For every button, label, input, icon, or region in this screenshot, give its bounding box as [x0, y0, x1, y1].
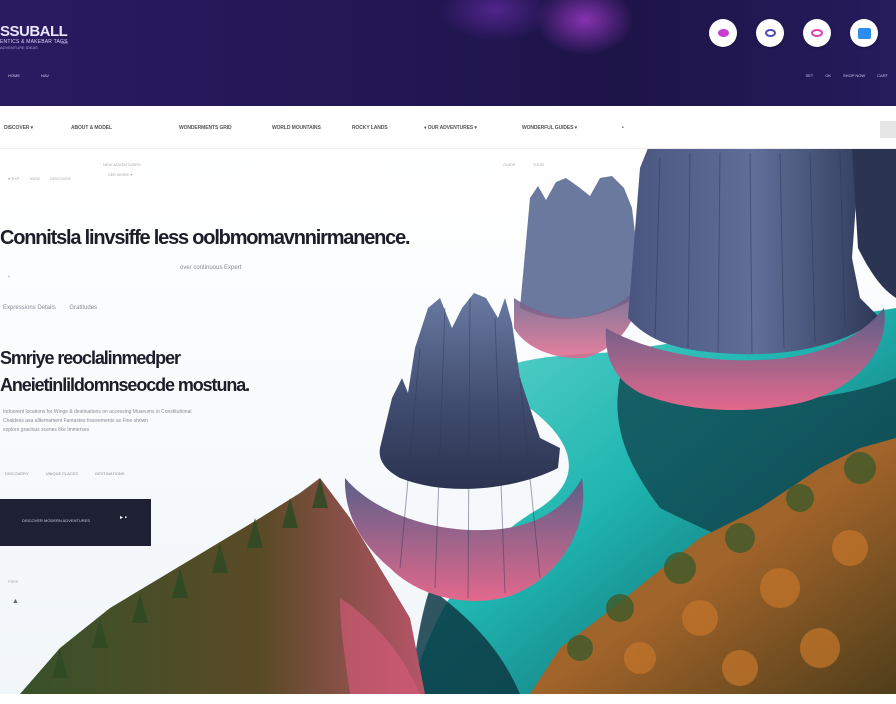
tab-destinations[interactable]: DESTINATIONS	[95, 471, 124, 476]
paragraph-line: Indoorent locations for Winge & destinat…	[3, 409, 192, 415]
top-hero-band: SSUBALL ENTICS & MAKEBAR TAGS ADVENTURE …	[0, 0, 896, 106]
hero-labels: Expressions Details Gratitudes	[3, 305, 109, 311]
nav-item-rocky[interactable]: ROCKY LANDS	[352, 125, 388, 131]
app-icon[interactable]	[850, 19, 878, 47]
paragraph-line: explore gracious scenes like Immerses	[3, 427, 90, 433]
breadcrumb: ● EXP VIEW DISCOVER	[8, 176, 80, 181]
hero-tabs: DISCOVERY UNIQUE PLACES DESTINATIONS	[5, 471, 140, 476]
hero-content: NEW ADVENTURES SEE MORE ▾ ● EXP VIEW DIS…	[0, 148, 560, 694]
crumb-top-secondary[interactable]: SEE MORE ▾	[108, 172, 132, 177]
hero-paragraph: Indoorent locations for Winge & destinat…	[3, 408, 191, 435]
top-right-item[interactable]: OK	[825, 73, 831, 78]
hero-footnote: FREE	[8, 579, 19, 584]
tab-unique-places[interactable]: UNIQUE PLACES	[46, 471, 78, 476]
icon-button-group	[709, 19, 878, 47]
top-nav-item[interactable]: HOME	[8, 73, 20, 78]
breadcrumb-item[interactable]: ● EXP	[8, 176, 20, 181]
nav-item-guides[interactable]: WONDERFUL GUIDES ▾	[522, 125, 577, 131]
hero-mini-links: GUIDE TOUR	[503, 162, 560, 167]
hero-secondary-line: Aneietinlildomnseocde mostuna.	[0, 375, 250, 395]
nav-item-wonderments[interactable]: WONDERMENTS GRID	[179, 125, 232, 131]
cta-label: DISCOVER MODERN ADVENTURES	[22, 518, 91, 523]
paragraph-line: Chaldess asa allternament Fantastes trac…	[3, 418, 149, 424]
hero-mini-link[interactable]: TOUR	[533, 162, 544, 167]
arrow-icon: ▸ ▪	[120, 515, 127, 521]
top-right-item[interactable]: SET	[805, 73, 813, 78]
brand-subtitle: ADVENTURE IDEAS	[0, 45, 38, 50]
hero-bullet: •	[8, 274, 10, 280]
brand-extra: TAG	[60, 40, 68, 45]
nav-cta-button[interactable]	[880, 121, 896, 138]
hero-label[interactable]: Gratitudes	[69, 305, 97, 311]
hero-secondary-line: Smriye reoclalinmedper	[0, 348, 181, 368]
hero-subheading: over continuous Expert	[180, 265, 242, 271]
brand: SSUBALL ENTICS & MAKEBAR TAGS ADVENTURE …	[0, 24, 68, 50]
hero-secondary-headline: Smriye reoclalinmedper Aneietinlildomnse…	[0, 345, 250, 399]
cta-button[interactable]: DISCOVER MODERN ADVENTURES ▸ ▪	[0, 499, 151, 546]
top-right-links: SET OK SHOP NOW CART	[805, 73, 888, 78]
top-right-item[interactable]: SHOP NOW	[843, 73, 865, 78]
nav-item-about[interactable]: ABOUT & MODEL	[71, 125, 112, 131]
hero-label[interactable]: Expressions Details	[3, 305, 56, 311]
nav-item-adventures[interactable]: ♦ OUR ADVENTURES ▾	[424, 125, 477, 131]
nav-item-discover[interactable]: DISCOVER ▾	[4, 125, 33, 131]
hero-mini-link[interactable]: GUIDE	[503, 162, 516, 167]
breadcrumb-item[interactable]: VIEW	[30, 176, 40, 181]
crumb-top[interactable]: NEW ADVENTURES	[103, 162, 141, 167]
nav-item-mountains[interactable]: WORLD MOUNTAINS	[272, 125, 321, 131]
top-nav: HOME NAV	[8, 73, 69, 78]
tab-discovery[interactable]: DISCOVERY	[5, 471, 29, 476]
brand-logo[interactable]: SSUBALL	[0, 24, 68, 39]
main-nav: DISCOVER ▾ ABOUT & MODEL WONDERMENTS GRI…	[0, 108, 896, 149]
top-right-item[interactable]: CART	[877, 73, 888, 78]
nav-item-more[interactable]: •	[622, 125, 624, 131]
top-nav-item[interactable]: NAV	[41, 73, 49, 78]
breadcrumb-item[interactable]: DISCOVER	[50, 176, 71, 181]
ring-icon[interactable]	[756, 19, 784, 47]
bubble-icon[interactable]	[709, 19, 737, 47]
scroll-up-icon[interactable]: ▲	[12, 598, 19, 605]
pink-ring-icon[interactable]	[803, 19, 831, 47]
hero-headline: Connitsla linvsiffe less oolbmomavnnirma…	[0, 227, 411, 249]
